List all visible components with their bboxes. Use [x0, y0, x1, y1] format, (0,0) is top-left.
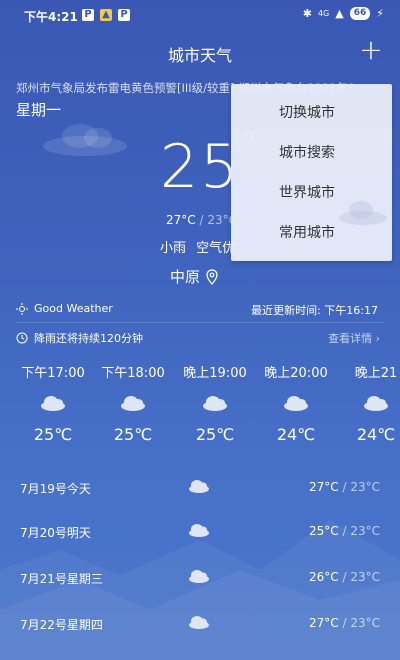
- daily-forecast-row[interactable]: 7月22号星期四 27°C / 23°C: [20, 614, 380, 636]
- hour-temp: 24℃: [356, 425, 396, 444]
- city-location[interactable]: 中原: [170, 266, 218, 287]
- day-label: 7月22号星期四: [20, 618, 103, 632]
- hourly-item: 晚上19:00 25℃: [180, 362, 250, 444]
- current-temperature: 25: [160, 132, 241, 202]
- day-high: 27°C: [309, 480, 339, 494]
- page-title: 城市天气: [167, 46, 232, 65]
- temperature-high: 27°C: [166, 213, 196, 227]
- menu-item-common-cities[interactable]: 常用城市: [279, 222, 335, 242]
- daily-forecast-row[interactable]: 7月19号今天 27°C / 23°C: [20, 478, 380, 500]
- charging-icon: ⚡: [376, 7, 384, 20]
- day-temp: 26°C / 23°C: [309, 570, 380, 584]
- good-weather-label: Good Weather: [16, 302, 113, 315]
- hour-temp: 25℃: [113, 425, 153, 444]
- battery-level: 66: [349, 7, 371, 20]
- menu-item-city-search[interactable]: 城市搜索: [279, 142, 335, 162]
- cloudy-icon: [284, 396, 308, 411]
- condition-text: 小雨: [160, 241, 187, 256]
- cloudy-icon: [189, 616, 209, 629]
- cloud-decoration: [43, 124, 127, 156]
- day-low: 23°C: [350, 570, 380, 584]
- range-separator: /: [199, 213, 204, 227]
- hour-time: 下午17:00: [21, 366, 85, 381]
- hour-temp: 24℃: [276, 425, 316, 444]
- day-low: 23°C: [350, 480, 380, 494]
- cloudy-icon: [41, 396, 65, 411]
- day-sep: /: [338, 570, 351, 584]
- signal-icon: ▲: [335, 7, 344, 20]
- menu-item-switch-city[interactable]: 切换城市: [279, 102, 335, 122]
- good-weather-text: Good Weather: [34, 302, 113, 315]
- day-label: 7月20号明天: [20, 526, 91, 540]
- last-updated: 最近更新时间: 下午16:17: [251, 304, 378, 317]
- hour-time: 晚上19:00: [183, 366, 247, 381]
- day-label: 7月21号星期三: [20, 572, 103, 586]
- city-dropdown-menu: 切换城市 城市搜索 世界城市 常用城市: [231, 84, 392, 261]
- cloudy-icon: [189, 524, 209, 537]
- location-pin-icon: [206, 268, 218, 285]
- day-label: 7月19号今天: [20, 482, 91, 496]
- menu-item-world-cities[interactable]: 世界城市: [279, 182, 335, 202]
- rain-note-text: 降雨还将持续120分钟: [34, 332, 143, 345]
- app-notification-icon: ▲: [100, 9, 112, 21]
- menu-cloud-decoration: [339, 201, 387, 225]
- weather-condition: 小雨 空气优: [160, 237, 235, 256]
- network-type: 4G: [317, 9, 330, 18]
- sun-icon: [16, 302, 28, 315]
- status-bar: 下午4:21 P ▲ P ✱ 4G ▲ 66 ⚡: [0, 0, 400, 30]
- temperature-range: 27°C / 23°C: [166, 213, 237, 227]
- bluetooth-icon: ✱: [302, 7, 312, 20]
- good-weather-row: Good Weather 最近更新时间: 下午16:17: [16, 300, 384, 320]
- add-city-button[interactable]: +: [356, 36, 386, 66]
- daily-forecast-row[interactable]: 7月20号明天 25°C / 23°C: [20, 522, 380, 544]
- day-low: 23°C: [350, 524, 380, 538]
- day-temp: 27°C / 23°C: [309, 480, 380, 494]
- day-high: 25°C: [309, 524, 339, 538]
- parking-notification-icon: P: [82, 9, 94, 21]
- cloudy-icon: [121, 396, 145, 411]
- hour-temp: 25℃: [195, 425, 235, 444]
- status-time: 下午4:21: [24, 10, 78, 24]
- hour-time: 晚上20:00: [264, 366, 328, 381]
- hourly-item: 下午17:00 25℃: [18, 362, 88, 444]
- cloudy-icon: [189, 480, 209, 493]
- day-temp: 25°C / 23°C: [309, 524, 380, 538]
- weekday-label: 星期一: [16, 101, 62, 119]
- cloudy-icon: [364, 396, 388, 411]
- day-temp: 27°C / 23°C: [309, 616, 380, 630]
- hourly-item: 晚上20:00 24℃: [261, 362, 331, 444]
- hourly-item: 下午18:00 25℃: [98, 362, 168, 444]
- day-sep: /: [338, 524, 351, 538]
- divider: [16, 322, 384, 323]
- city-name: 中原: [170, 268, 201, 286]
- day-sep: /: [338, 616, 351, 630]
- hour-time: 晚上21: [354, 366, 398, 381]
- cloudy-icon: [189, 570, 209, 583]
- air-quality-text: 空气优: [196, 241, 236, 256]
- daily-forecast-row[interactable]: 7月21号星期三 26°C / 23°C: [20, 568, 380, 590]
- cloudy-icon: [203, 396, 227, 411]
- status-indicators: ✱ 4G ▲ 66 ⚡: [303, 7, 384, 20]
- hour-temp: 25℃: [33, 425, 73, 444]
- day-low: 23°C: [350, 616, 380, 630]
- view-details-link[interactable]: 查看详情 ›: [328, 330, 380, 346]
- rain-note: 降雨还将持续120分钟: [16, 330, 143, 346]
- parking-notification-icon-2: P: [118, 9, 130, 21]
- day-sep: /: [338, 480, 351, 494]
- day-high: 26°C: [309, 570, 339, 584]
- hour-time: 下午18:00: [101, 366, 165, 381]
- day-high: 27°C: [309, 616, 339, 630]
- rain-timer-icon: [16, 332, 28, 344]
- hourly-item: 晚上21 24℃: [341, 362, 400, 444]
- hourly-forecast[interactable]: 下午17:00 25℃ 下午18:00 25℃ 晚上19:00 25℃ 晚上20…: [0, 362, 400, 454]
